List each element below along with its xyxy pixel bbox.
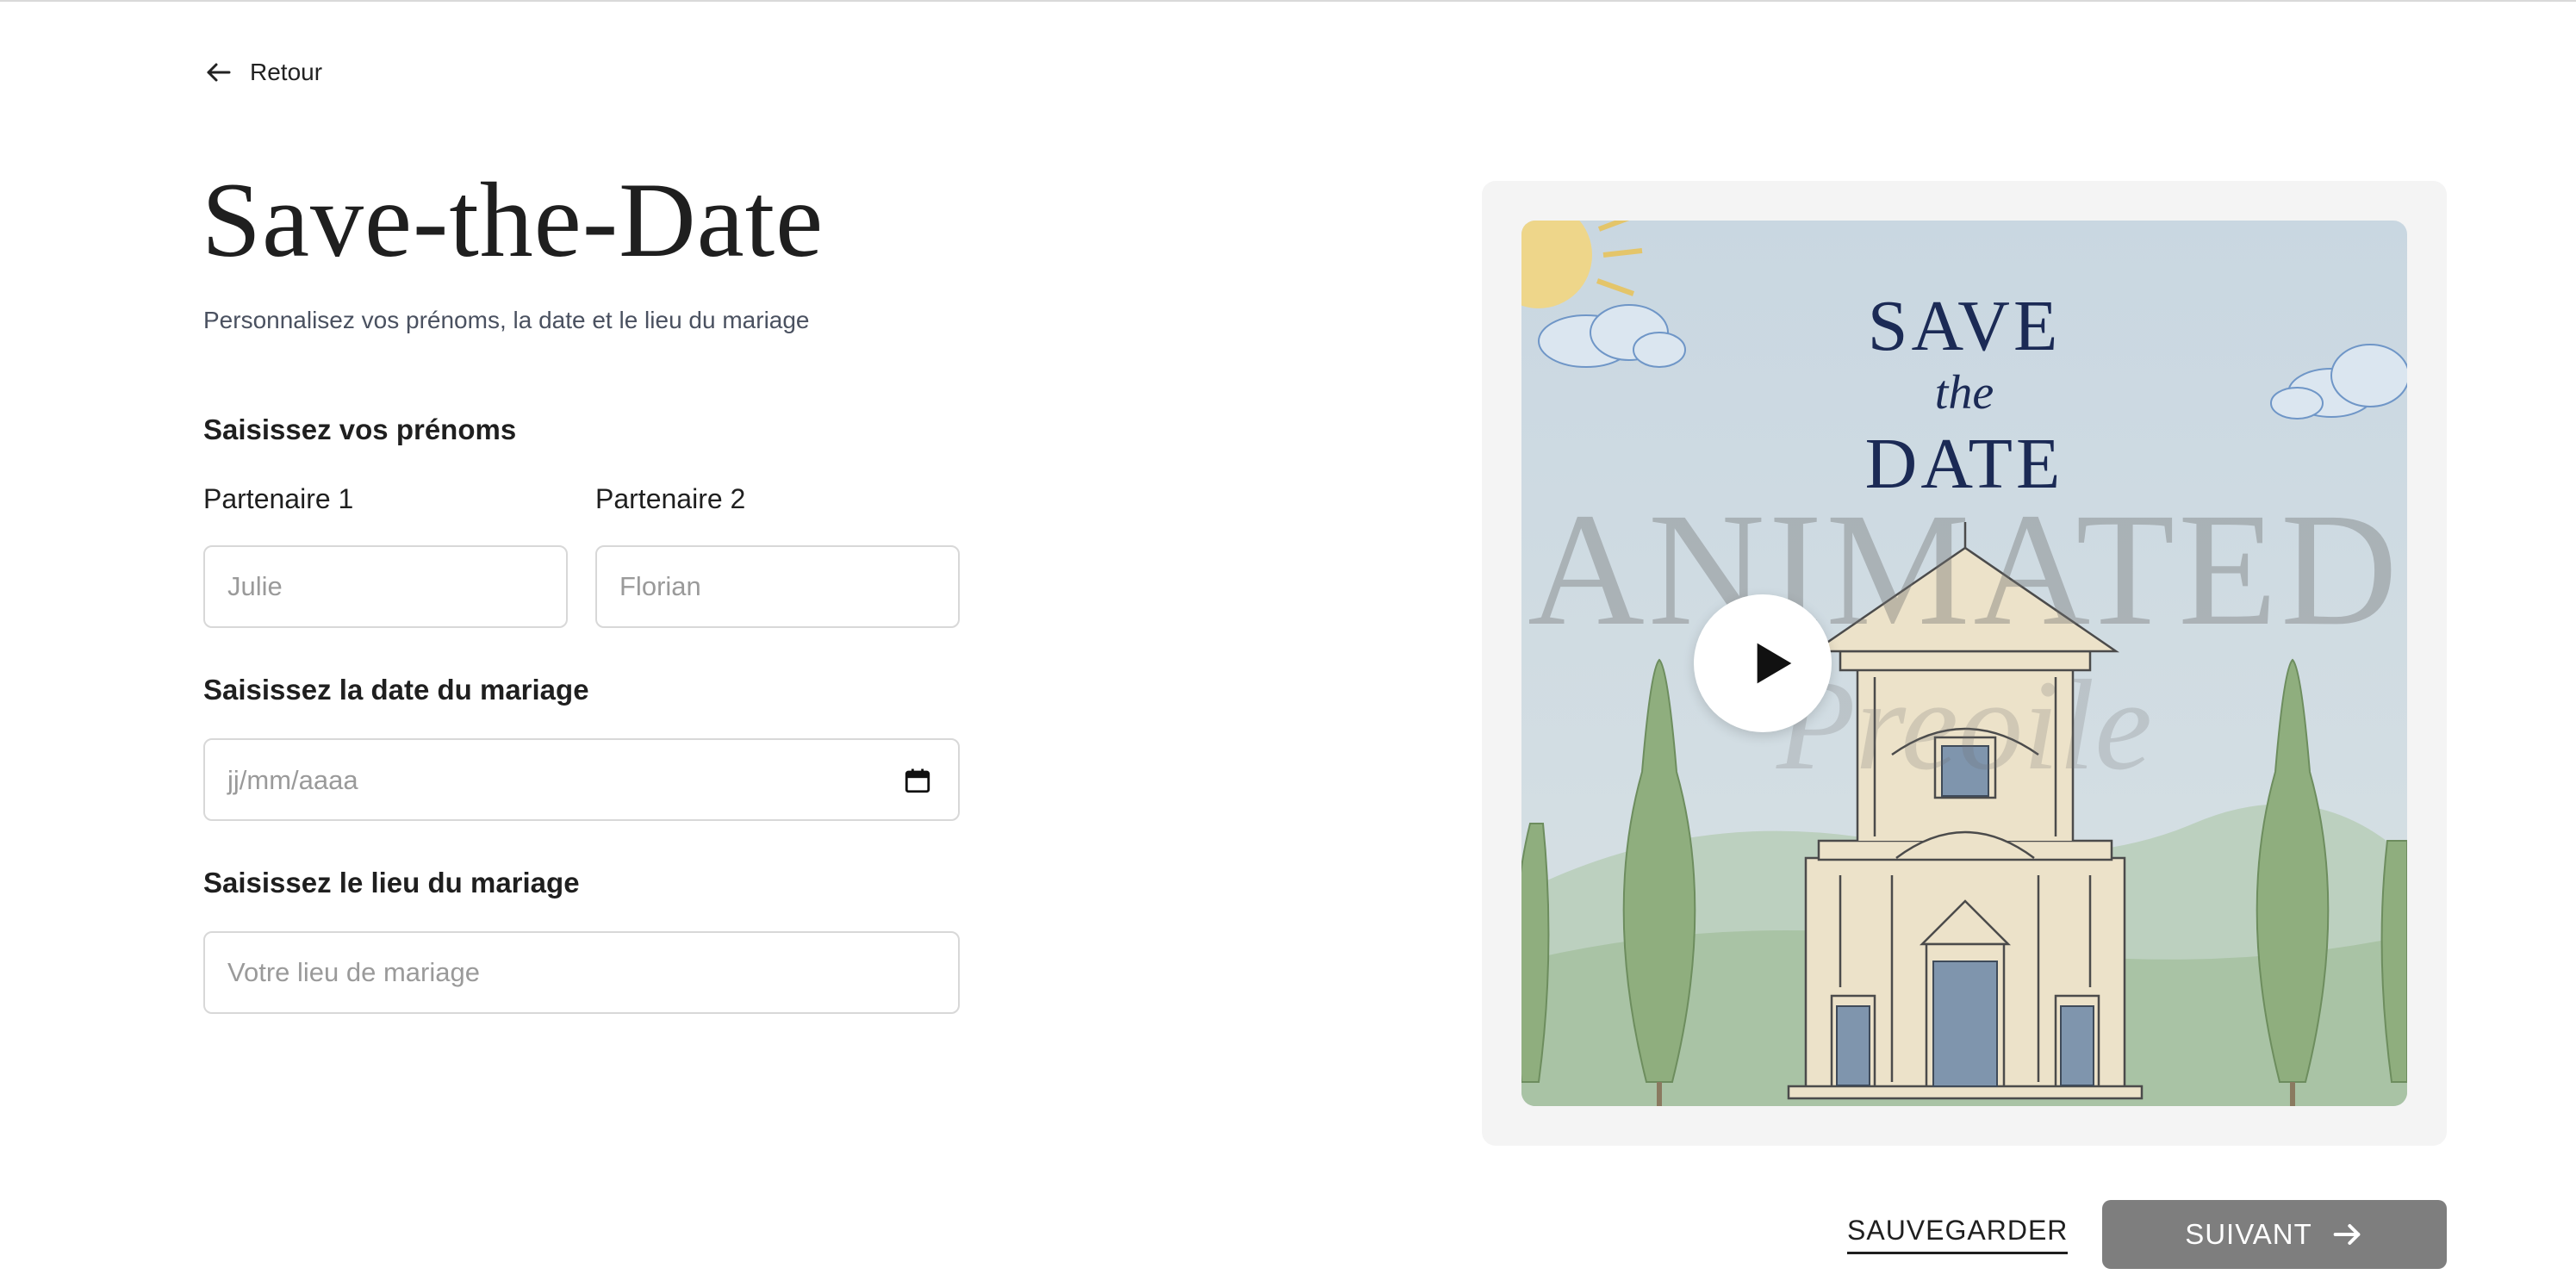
names-section-label: Saisissez vos prénoms — [203, 413, 517, 445]
preview-save-text: SAVE — [1867, 286, 2062, 366]
place-input[interactable] — [203, 931, 960, 1014]
arrow-right-icon — [2333, 1224, 2361, 1245]
next-button-label: SUIVANT — [2185, 1218, 2312, 1250]
preview-date-text: DATE — [1864, 424, 2064, 504]
play-icon — [1757, 643, 1792, 684]
date-section-label: Saisissez la date du mariage — [203, 674, 589, 706]
calendar-icon[interactable] — [903, 766, 932, 795]
back-link[interactable]: Retour — [203, 57, 322, 88]
next-button[interactable]: SUIVANT — [2102, 1200, 2447, 1269]
partner2-input[interactable] — [595, 545, 960, 628]
back-label: Retour — [250, 59, 323, 85]
place-section-label: Saisissez le lieu du mariage — [203, 867, 580, 898]
top-divider — [0, 0, 2576, 2]
partner1-label: Partenaire 1 — [203, 483, 354, 514]
watermark-script: Preoile — [1776, 654, 2152, 797]
save-button[interactable]: SAUVEGARDER — [1847, 1215, 2069, 1254]
partner1-input[interactable] — [203, 545, 568, 628]
save-the-date-preview: ANIMATED Preoile SAVE the DATE — [1521, 221, 2407, 1106]
page-subtitle: Personnalisez vos prénoms, la date et le… — [203, 307, 810, 333]
play-button[interactable] — [1694, 594, 1832, 732]
page-title: Save-the-Date — [202, 161, 824, 279]
date-input[interactable]: jj/mm/aaaa — [203, 738, 960, 821]
date-placeholder: jj/mm/aaaa — [227, 765, 358, 795]
arrow-left-icon — [207, 63, 231, 82]
preview-the-text: the — [1934, 366, 1994, 420]
partner2-label: Partenaire 2 — [595, 483, 746, 514]
